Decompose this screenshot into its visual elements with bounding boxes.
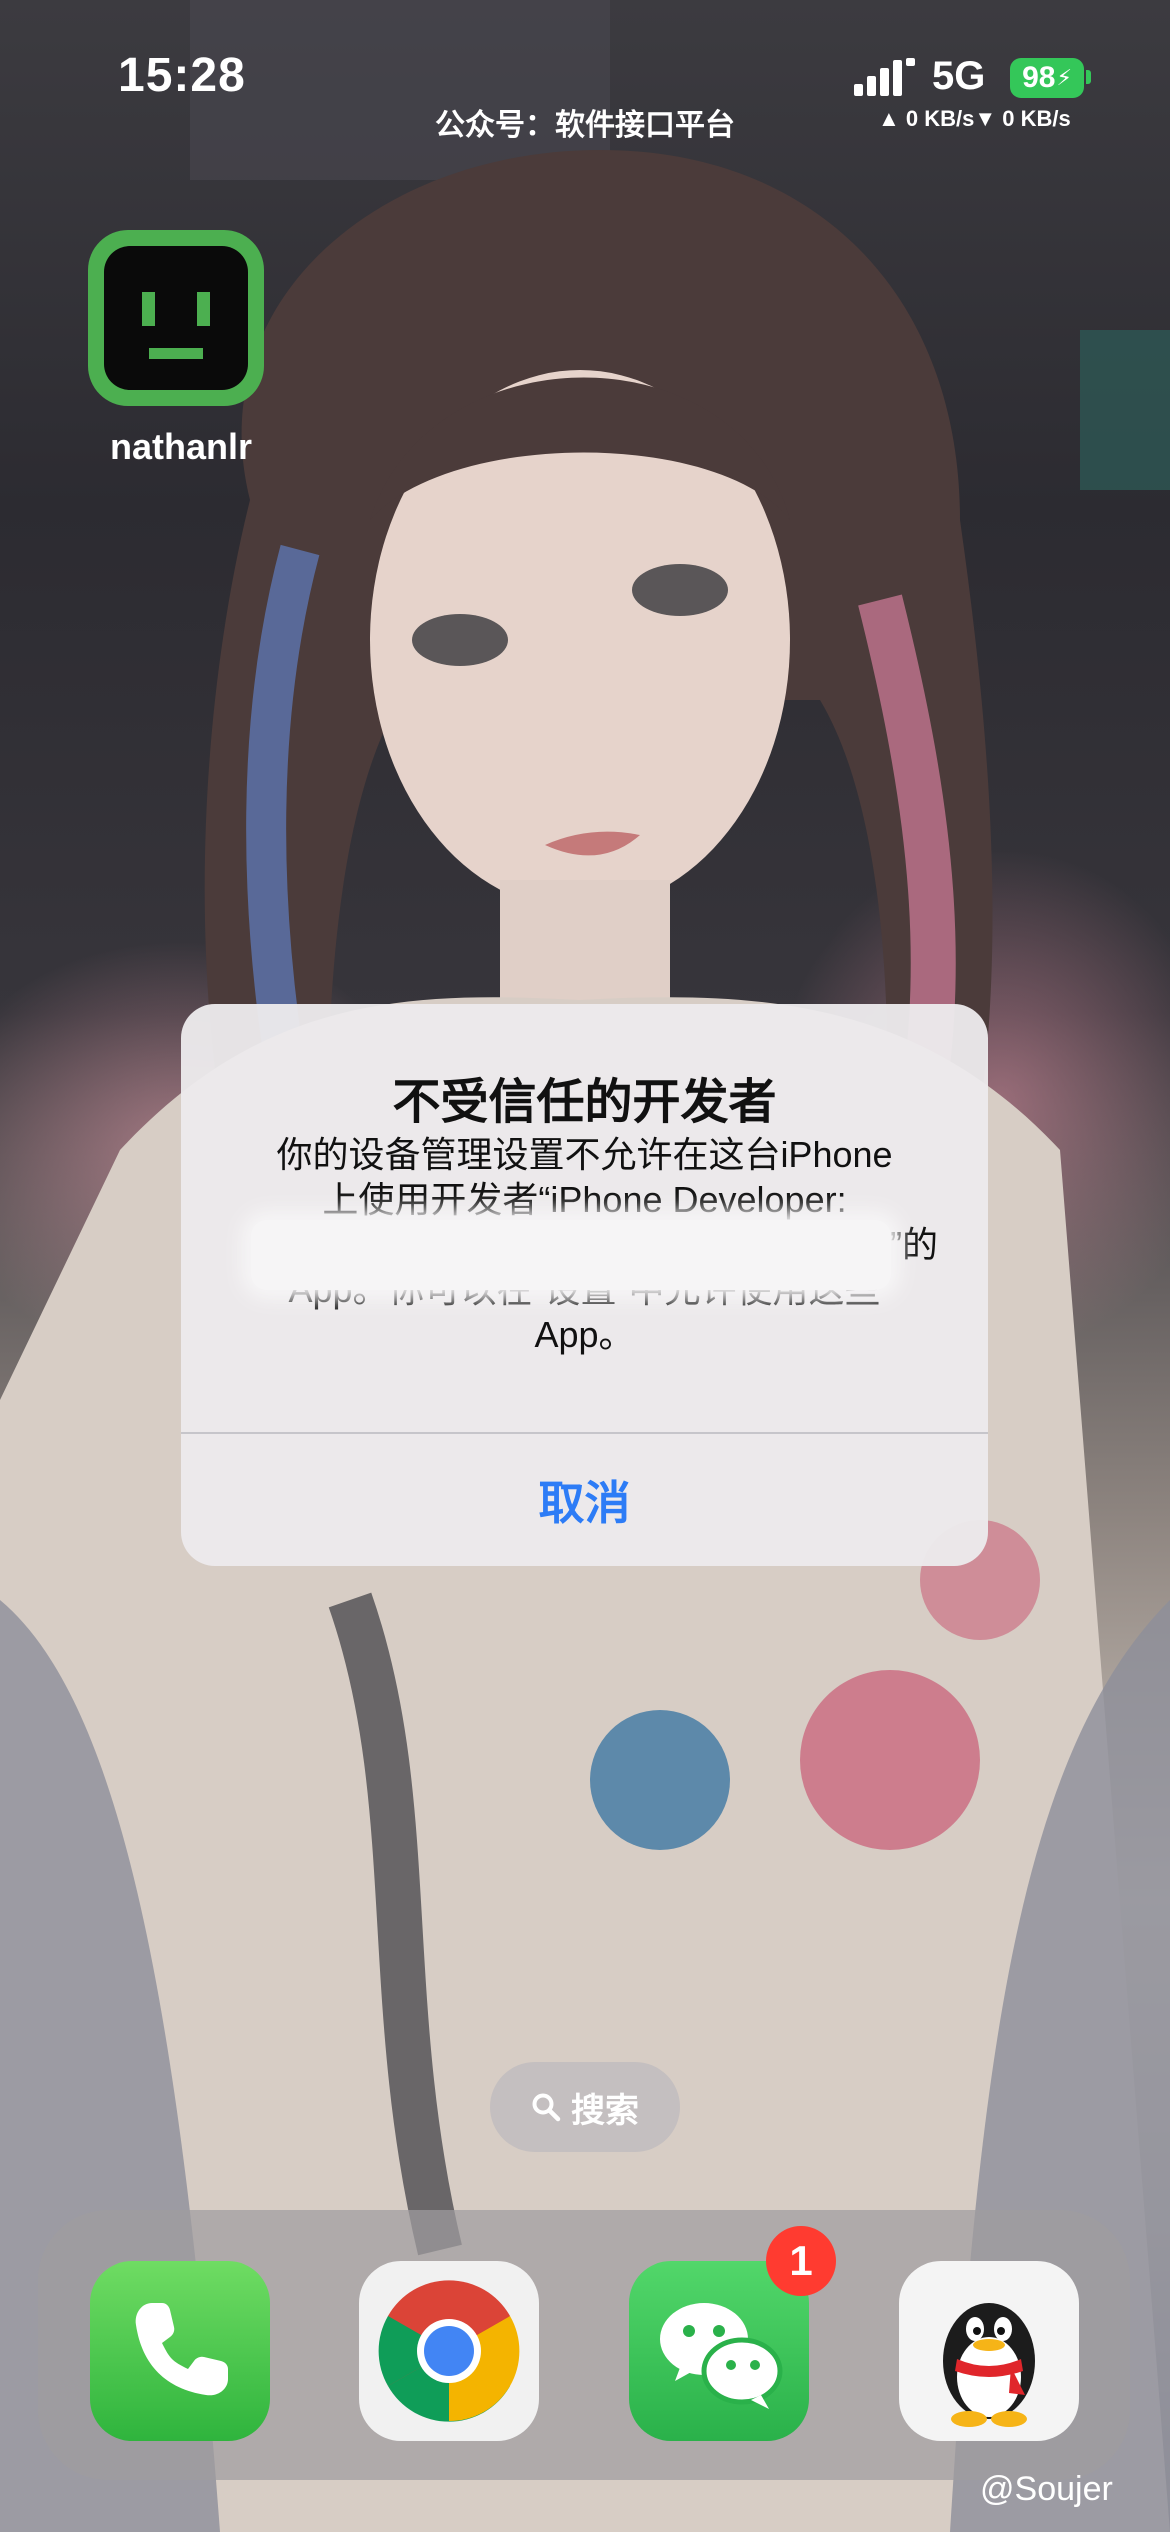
alert-message: 你的设备管理设置不允许在这台iPhone 上使用开发者“iPhone Devel…: [221, 1132, 948, 1357]
qq-app-icon[interactable]: [899, 2261, 1079, 2441]
face-mouth: [149, 348, 203, 359]
nathanlr-app-icon[interactable]: [88, 230, 264, 406]
battery-level: 98: [1022, 61, 1056, 94]
home-app-nathanlr[interactable]: nathanlr: [88, 230, 270, 467]
wechat-notification-badge: 1: [766, 2226, 836, 2296]
alert-title: 不受信任的开发者: [392, 1076, 777, 1129]
chrome-app-icon[interactable]: [359, 2261, 539, 2441]
signal-strength-icon: [854, 58, 915, 96]
face-eye-right: [197, 292, 210, 326]
app-label-nathanlr: nathanlr: [109, 426, 252, 467]
status-time: 15:28: [118, 49, 246, 102]
search-label: 搜索: [571, 2091, 639, 2130]
nathanlr-face-icon: [104, 246, 248, 390]
network-speed: ▲ 0 KB/s▼ 0 KB/s: [878, 106, 1071, 131]
footer-watermark: @Soujer: [980, 2470, 1113, 2508]
alert-message-line: 你的设备管理设置不允许在这台iPhone: [276, 1134, 893, 1175]
dock: [38, 2210, 1130, 2480]
untrusted-developer-alert: 不受信任的开发者 你的设备管理设置不允许在这台iPhone 上使用开发者“iPh…: [181, 1004, 988, 1566]
cancel-button[interactable]: 取消: [181, 1434, 988, 1566]
network-type: 5G: [932, 54, 986, 98]
qq-penguin-icon: [943, 2303, 1035, 2427]
alert-message-line: App。: [534, 1314, 635, 1355]
phone-app-icon[interactable]: [90, 2261, 270, 2441]
phone-icon: [135, 2303, 228, 2396]
chrome-icon: [378, 2280, 520, 2422]
redacted-developer-name: [251, 1220, 891, 1290]
face-eye-left: [142, 292, 155, 326]
alert-message-line: 上使用开发者“iPhone Developer:: [322, 1179, 847, 1220]
spotlight-search-button[interactable]: 搜索: [490, 2062, 680, 2152]
charging-bolt-icon: ⚡: [1056, 65, 1072, 90]
battery-tip: [1086, 70, 1091, 84]
battery-icon: 98 ⚡: [1010, 58, 1084, 98]
search-icon: [532, 2093, 561, 2122]
